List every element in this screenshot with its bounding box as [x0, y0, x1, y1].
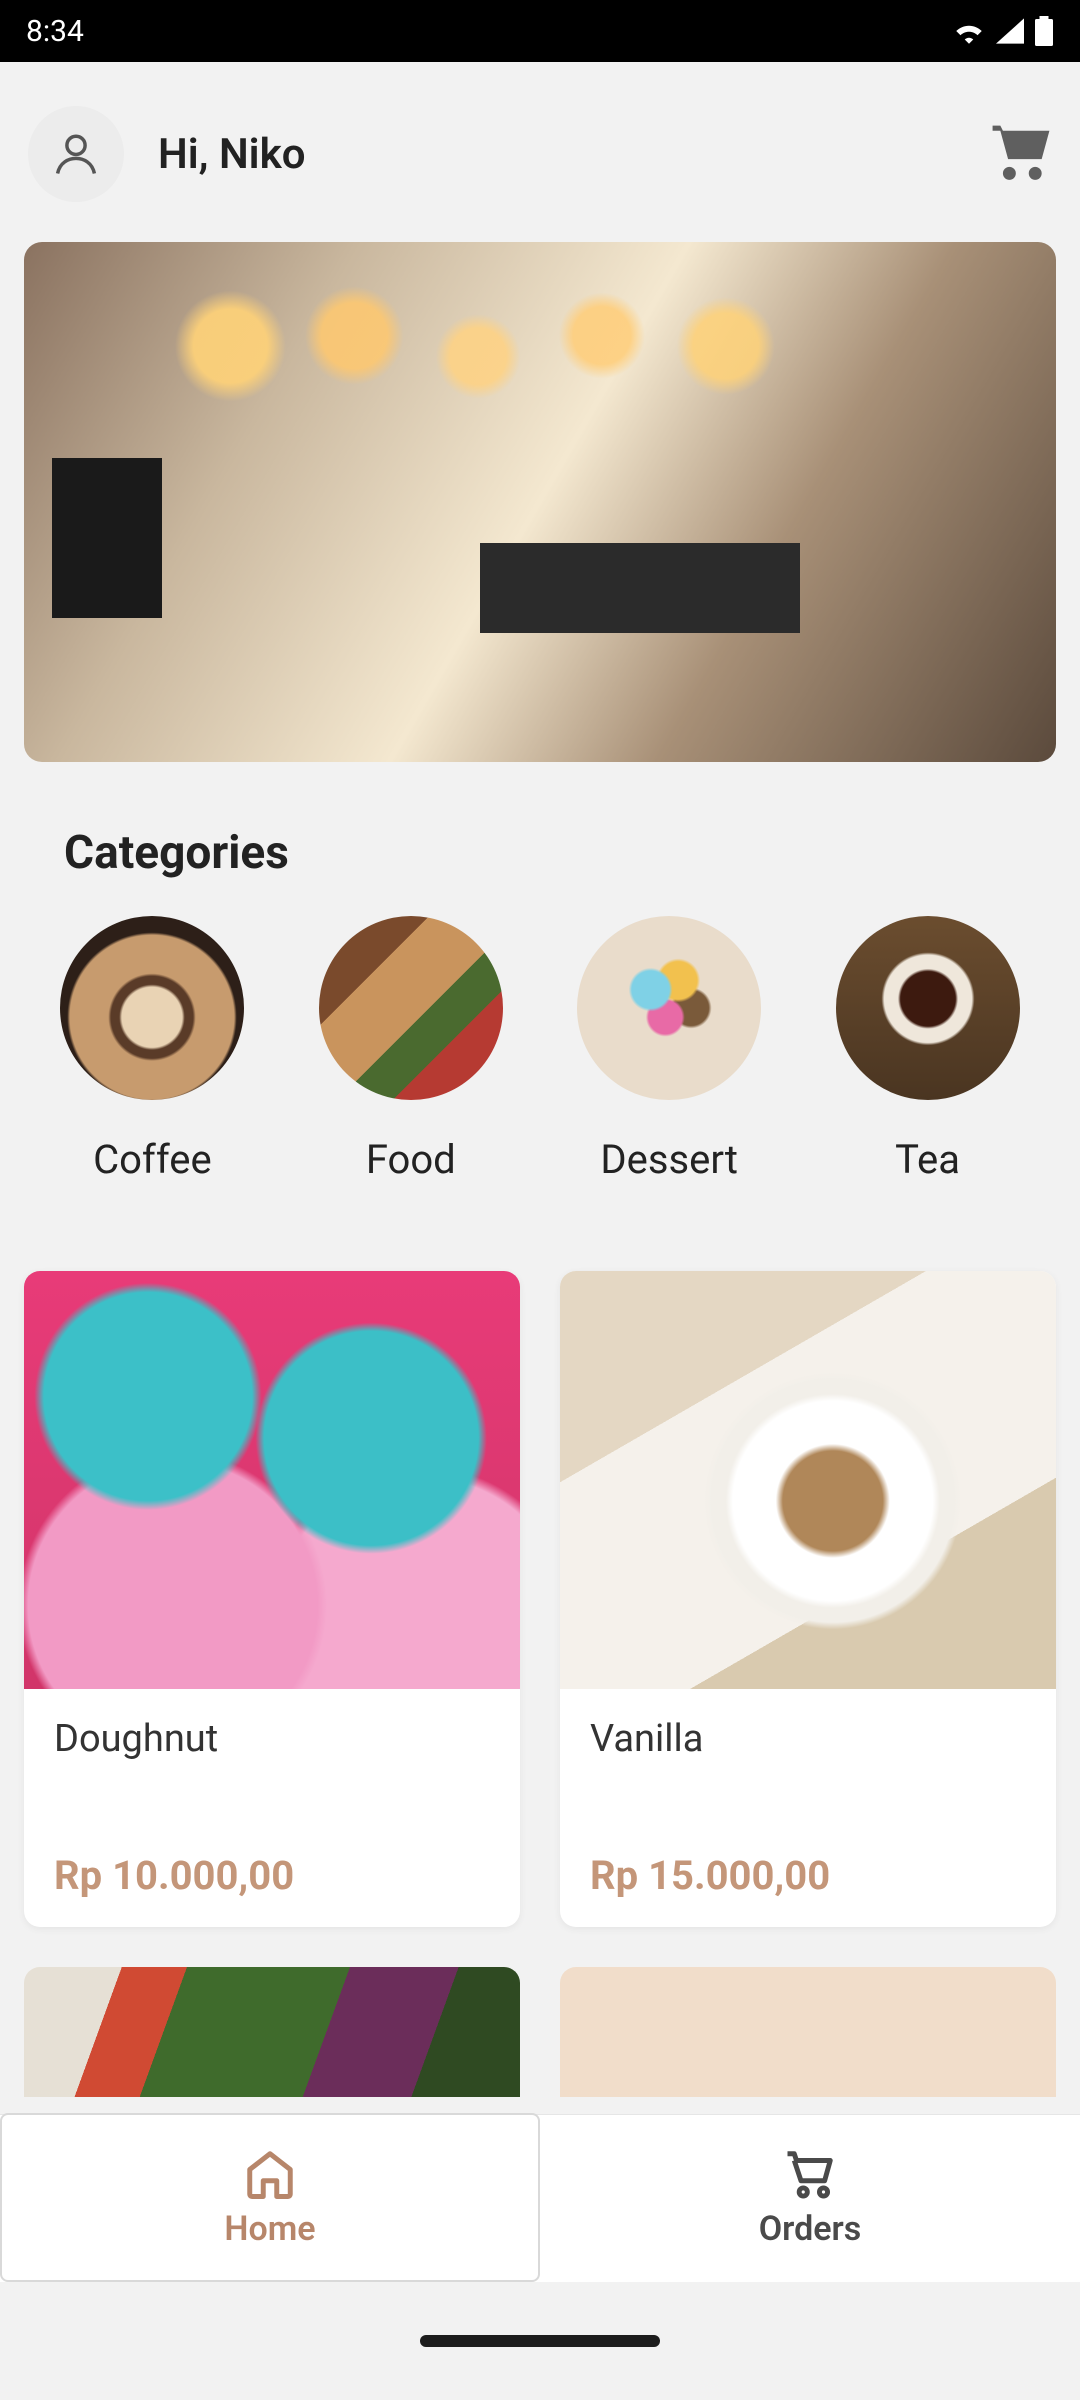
category-image [319, 916, 503, 1100]
category-label: Coffee [93, 1136, 212, 1183]
category-coffee[interactable]: Coffee [30, 916, 275, 1183]
product-card[interactable]: Vanilla Rp 15.000,00 [560, 1271, 1056, 1927]
product-price: Rp 15.000,00 [590, 1852, 1026, 1899]
category-food[interactable]: Food [288, 916, 533, 1183]
category-label: Dessert [600, 1136, 738, 1183]
category-label: Tea [895, 1136, 960, 1183]
nav-label: Home [224, 2209, 315, 2249]
cart-outline-icon [783, 2149, 837, 2199]
wifi-icon [952, 18, 986, 44]
categories-title: Categories [64, 826, 1056, 880]
category-dessert[interactable]: Dessert [547, 916, 792, 1183]
product-name: Doughnut [54, 1717, 490, 1761]
hero-banner[interactable] [24, 242, 1056, 762]
product-name: Vanilla [590, 1717, 1026, 1761]
category-image [836, 916, 1020, 1100]
home-icon [243, 2149, 297, 2199]
signal-icon [996, 18, 1024, 44]
category-label: Food [366, 1136, 456, 1183]
product-grid-partial [24, 1967, 1056, 2097]
product-price: Rp 10.000,00 [54, 1852, 490, 1899]
product-card[interactable]: Doughnut Rp 10.000,00 [24, 1271, 520, 1927]
cart-icon [990, 125, 1052, 183]
user-icon [50, 128, 102, 180]
product-image [24, 1271, 520, 1689]
gesture-area [0, 2282, 1080, 2400]
category-tea[interactable]: Tea [805, 916, 1050, 1183]
bottom-nav: Home Orders [0, 2114, 1080, 2282]
status-indicators [952, 16, 1054, 46]
profile-avatar[interactable] [28, 106, 124, 202]
product-card-partial[interactable] [24, 1967, 520, 2097]
gesture-bar[interactable] [420, 2335, 660, 2347]
nav-orders[interactable]: Orders [540, 2115, 1080, 2282]
status-time: 8:34 [26, 14, 84, 49]
nav-home[interactable]: Home [0, 2115, 540, 2282]
product-card-partial[interactable] [560, 1967, 1056, 2097]
battery-icon [1034, 16, 1054, 46]
product-grid: Doughnut Rp 10.000,00 Vanilla Rp 15.000,… [24, 1271, 1056, 1927]
nav-label: Orders [759, 2209, 862, 2249]
cart-button[interactable] [990, 125, 1052, 183]
categories-row: Coffee Food Dessert Tea [24, 916, 1056, 1183]
category-image [60, 916, 244, 1100]
header: Hi, Niko [24, 62, 1056, 242]
greeting-text: Hi, Niko [158, 130, 990, 179]
status-bar: 8:34 [0, 0, 1080, 62]
product-image [560, 1271, 1056, 1689]
category-image [577, 916, 761, 1100]
